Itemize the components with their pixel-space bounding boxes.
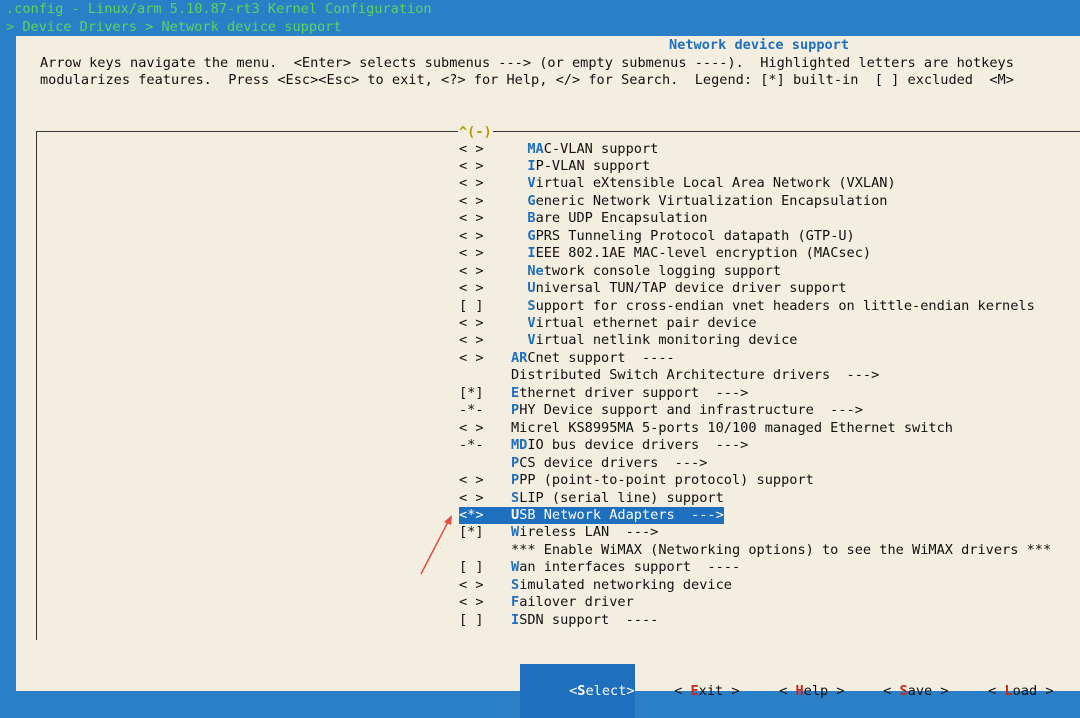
arrow-annotation-icon bbox=[420, 515, 452, 575]
